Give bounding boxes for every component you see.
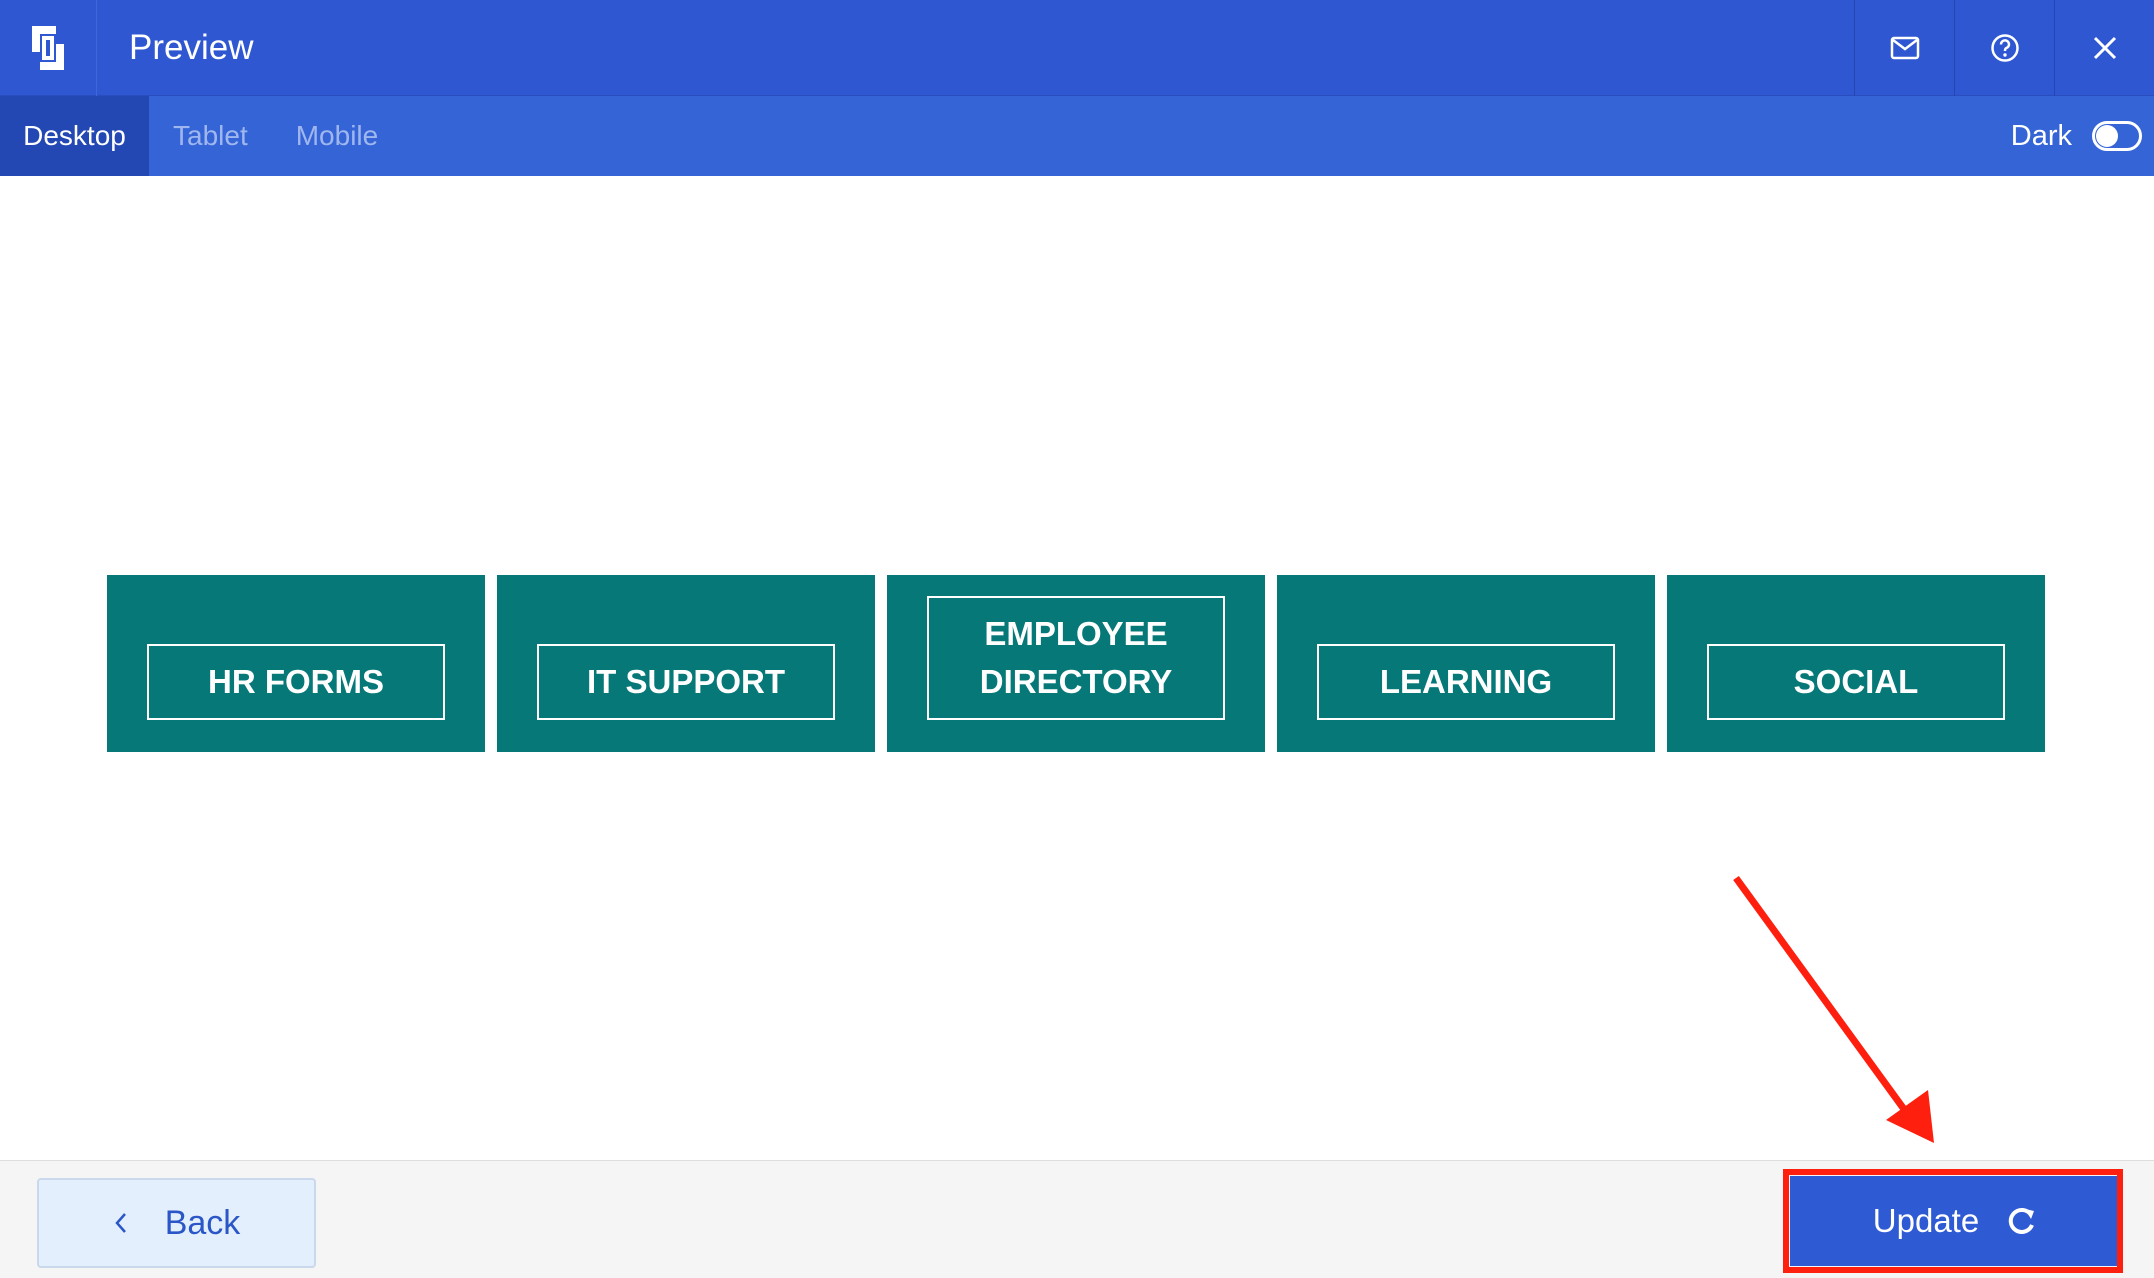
hr-forms-button[interactable]: HR FORMS: [147, 644, 445, 720]
help-button[interactable]: [1954, 0, 2054, 96]
tab-tablet[interactable]: Tablet: [149, 96, 272, 176]
tile-hr-forms: HR FORMS: [107, 575, 485, 752]
tile-it-support: IT SUPPORT: [497, 575, 875, 752]
tile-social: SOCIAL: [1667, 575, 2045, 752]
refresh-icon: [2009, 1207, 2035, 1234]
page-title: Preview: [129, 27, 254, 67]
it-support-button[interactable]: IT SUPPORT: [537, 644, 835, 720]
dark-mode-toggle[interactable]: [2092, 121, 2142, 151]
device-tab-bar: Desktop Tablet Mobile Dark: [0, 96, 2154, 176]
help-icon: [1990, 33, 2019, 62]
tile-row: HR FORMS IT SUPPORT EMPLOYEE DIRECTORY L…: [107, 575, 2047, 752]
close-button[interactable]: [2054, 0, 2154, 96]
learning-button[interactable]: LEARNING: [1317, 644, 1615, 720]
brand-logo-icon: [32, 25, 64, 70]
tab-desktop[interactable]: Desktop: [0, 96, 149, 176]
dark-mode-label: Dark: [2010, 119, 2072, 152]
social-button[interactable]: SOCIAL: [1707, 644, 2005, 720]
back-button[interactable]: Back: [37, 1178, 316, 1268]
employee-directory-button[interactable]: EMPLOYEE DIRECTORY: [927, 596, 1225, 720]
footer-bar: Back Update: [0, 1160, 2154, 1278]
brand-logo[interactable]: [0, 0, 97, 96]
tile-learning: LEARNING: [1277, 575, 1655, 752]
mail-icon: [1890, 36, 1919, 59]
toggle-knob: [2096, 125, 2118, 147]
chevron-left-icon: [115, 1213, 126, 1233]
update-button-label: Update: [1872, 1202, 1980, 1239]
preview-canvas: HR FORMS IT SUPPORT EMPLOYEE DIRECTORY L…: [0, 176, 2154, 1160]
tab-mobile[interactable]: Mobile: [272, 96, 402, 176]
update-button[interactable]: Update: [1790, 1176, 2120, 1266]
app-header: Preview: [0, 0, 2154, 96]
tile-employee-directory: EMPLOYEE DIRECTORY: [887, 575, 1265, 752]
back-button-label: Back: [164, 1203, 241, 1242]
mail-button[interactable]: [1854, 0, 1954, 96]
close-icon: [2093, 36, 2116, 59]
